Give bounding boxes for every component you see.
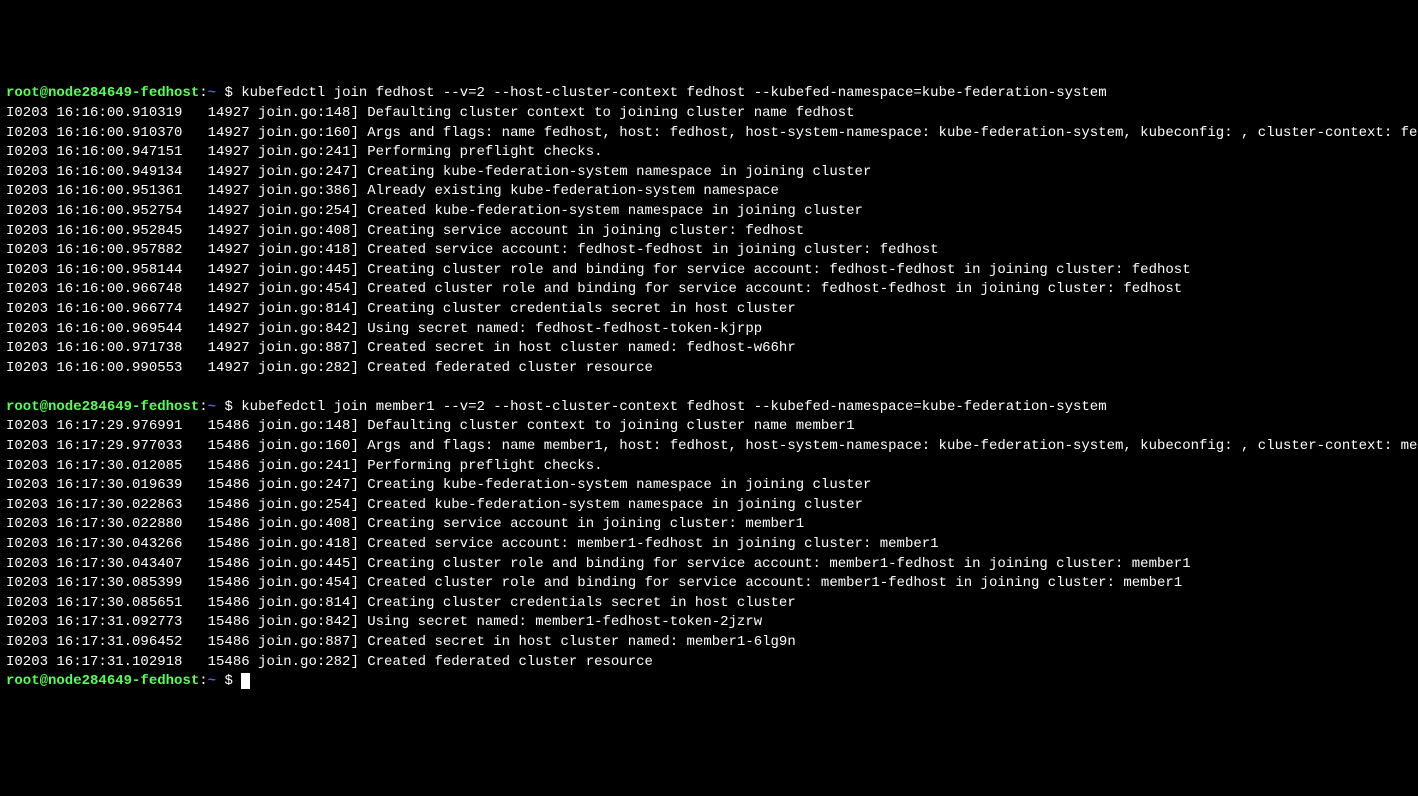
prompt-colon: : (199, 85, 207, 101)
log-line: I0203 16:16:00.971738 14927 join.go:887]… (6, 340, 796, 356)
prompt-user: root@node284649-fedhost (6, 673, 199, 689)
log-line: I0203 16:16:00.952845 14927 join.go:408]… (6, 223, 804, 239)
log-line: I0203 16:16:00.966748 14927 join.go:454]… (6, 281, 1182, 297)
log-line: I0203 16:17:30.043266 15486 join.go:418]… (6, 536, 939, 552)
prompt-path: ~ (208, 85, 225, 101)
prompt-path: ~ (208, 399, 225, 415)
log-line: I0203 16:16:00.949134 14927 join.go:247]… (6, 164, 871, 180)
prompt-colon: : (199, 399, 207, 415)
log-line: I0203 16:17:30.019639 15486 join.go:247]… (6, 477, 871, 493)
log-line: I0203 16:17:31.092773 15486 join.go:842]… (6, 614, 762, 630)
log-line: I0203 16:16:00.910370 14927 join.go:160]… (6, 125, 1418, 141)
prompt-dollar: $ (224, 85, 241, 101)
command-1: kubefedctl join fedhost --v=2 --host-clu… (241, 85, 1106, 101)
log-line: I0203 16:17:30.022863 15486 join.go:254]… (6, 497, 863, 513)
cursor[interactable] (241, 673, 250, 689)
prompt-dollar: $ (224, 399, 241, 415)
command-2: kubefedctl join member1 --v=2 --host-clu… (241, 399, 1106, 415)
log-line: I0203 16:16:00.947151 14927 join.go:241]… (6, 144, 603, 160)
log-line: I0203 16:16:00.990553 14927 join.go:282]… (6, 360, 653, 376)
log-line: I0203 16:17:30.085399 15486 join.go:454]… (6, 575, 1182, 591)
log-line: I0203 16:16:00.966774 14927 join.go:814]… (6, 301, 796, 317)
prompt-dollar: $ (224, 673, 241, 689)
log-line: I0203 16:17:30.022880 15486 join.go:408]… (6, 516, 804, 532)
log-line: I0203 16:16:00.910319 14927 join.go:148]… (6, 105, 855, 121)
log-line: I0203 16:16:00.951361 14927 join.go:386]… (6, 183, 779, 199)
log-line: I0203 16:17:31.102918 15486 join.go:282]… (6, 654, 653, 670)
log-line: I0203 16:17:30.043407 15486 join.go:445]… (6, 556, 1191, 572)
log-line: I0203 16:16:00.958144 14927 join.go:445]… (6, 262, 1191, 278)
log-line: I0203 16:17:30.012085 15486 join.go:241]… (6, 458, 603, 474)
log-line: I0203 16:17:29.976991 15486 join.go:148]… (6, 418, 855, 434)
log-line: I0203 16:16:00.957882 14927 join.go:418]… (6, 242, 939, 258)
prompt-colon: : (199, 673, 207, 689)
log-line: I0203 16:16:00.969544 14927 join.go:842]… (6, 321, 762, 337)
prompt-user: root@node284649-fedhost (6, 85, 199, 101)
log-line: I0203 16:16:00.952754 14927 join.go:254]… (6, 203, 863, 219)
log-line: I0203 16:17:30.085651 15486 join.go:814]… (6, 595, 796, 611)
log-line: I0203 16:17:31.096452 15486 join.go:887]… (6, 634, 796, 650)
log-line: I0203 16:17:29.977033 15486 join.go:160]… (6, 438, 1418, 454)
prompt-path: ~ (208, 673, 225, 689)
terminal-output[interactable]: root@node284649-fedhost:~ $ kubefedctl j… (6, 84, 1412, 691)
prompt-user: root@node284649-fedhost (6, 399, 199, 415)
